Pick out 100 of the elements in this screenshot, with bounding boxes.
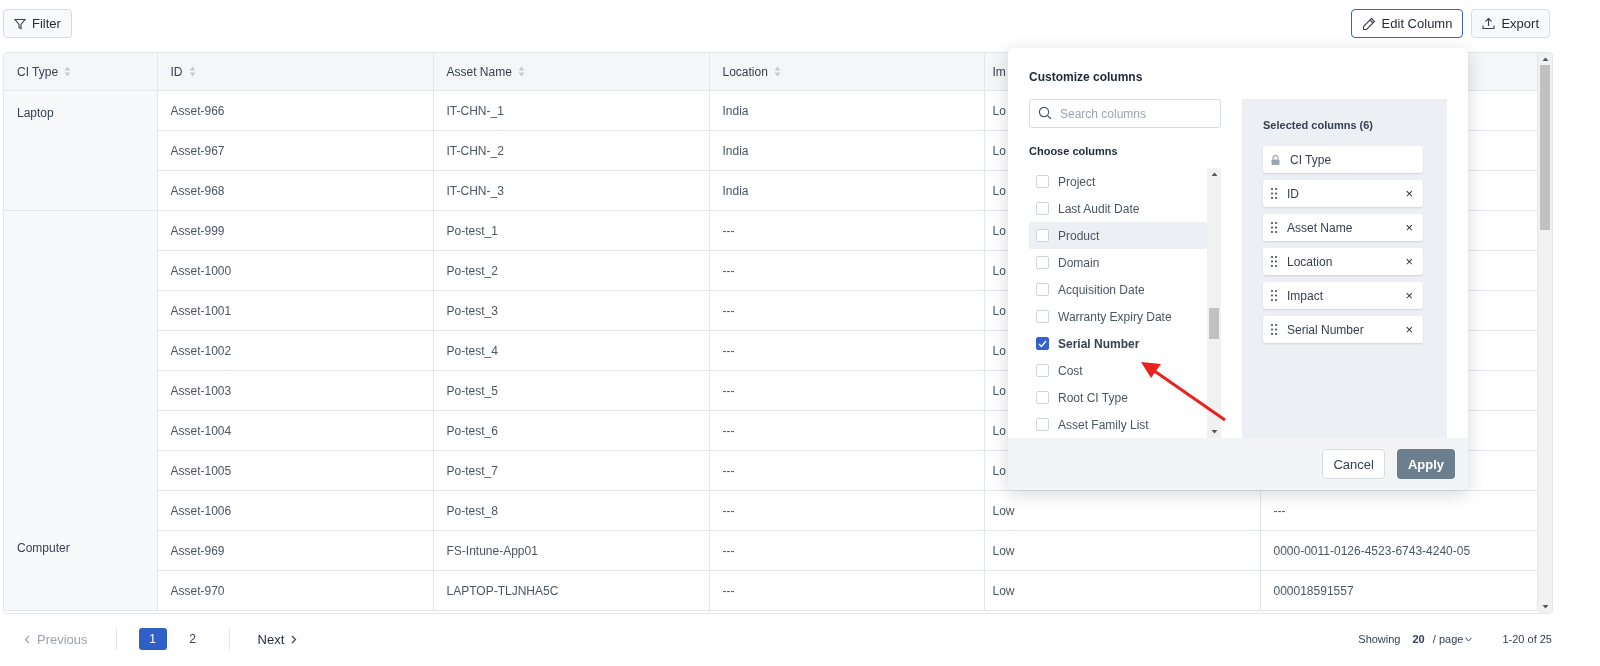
remove-button[interactable]: × — [1405, 254, 1413, 269]
remove-button[interactable]: × — [1405, 220, 1413, 235]
cancel-button[interactable]: Cancel — [1322, 449, 1385, 479]
section-label: Selected columns (6) — [1263, 118, 1375, 133]
search-icon — [1038, 106, 1052, 120]
scrollbar[interactable] — [1538, 53, 1552, 613]
caret-icon — [1465, 636, 1473, 642]
table-cell: Po-test_5 — [433, 370, 709, 411]
column-option[interactable]: Serial Number — [1029, 330, 1207, 357]
filter-button[interactable]: Filter — [3, 9, 72, 38]
selected-column-chip[interactable]: Impact × — [1263, 282, 1423, 309]
page-size-select[interactable]: 20 / page — [1406, 632, 1479, 646]
search-field[interactable]: Search columns — [1029, 99, 1221, 128]
upload-icon — [1482, 17, 1496, 30]
page-button[interactable]: 2 — [178, 628, 207, 650]
table-cell: Po-test_7 — [433, 450, 709, 491]
table-cell: Asset-1004 — [157, 410, 433, 451]
selected-column-chip[interactable]: Asset Name × — [1263, 214, 1423, 241]
edit-column-button[interactable]: Edit Column — [1350, 9, 1464, 38]
table-cell: Po-test_3 — [433, 290, 709, 331]
scroll-thumb[interactable] — [1540, 65, 1550, 230]
ci-type-cell: Laptop — [4, 90, 157, 211]
next-button[interactable]: Next — [251, 630, 304, 648]
table-cell: --- — [709, 290, 984, 331]
table-cell: Asset-970 — [157, 570, 433, 611]
drag-handle-icon[interactable] — [1271, 256, 1277, 267]
checkbox[interactable] — [1036, 337, 1049, 350]
column-option[interactable]: Product — [1029, 222, 1207, 249]
table-cell: India — [709, 130, 984, 171]
table-cell: --- — [709, 450, 984, 491]
selected-column-chip[interactable]: Serial Number × — [1263, 316, 1423, 343]
table-cell: --- — [709, 370, 984, 411]
export-button[interactable]: Export — [1471, 9, 1550, 38]
table-cell: Asset-1002 — [157, 330, 433, 371]
column-option[interactable]: Asset Family List — [1029, 411, 1207, 438]
table-cell: Asset-966 — [157, 90, 433, 131]
table-cell: --- — [709, 410, 984, 451]
remove-button[interactable]: × — [1405, 288, 1413, 303]
column-header[interactable]: Im — [992, 64, 1006, 79]
remove-button[interactable]: × — [1405, 322, 1413, 337]
column-option[interactable]: Warranty Expiry Date — [1029, 303, 1207, 330]
table-cell: India — [709, 90, 984, 131]
table-cell: Po-test_4 — [433, 330, 709, 371]
table-cell: India — [709, 170, 984, 211]
table-cell: FS-Intune-App01 — [433, 530, 709, 571]
table-cell: --- — [709, 490, 984, 531]
table-cell: 0000-0011-0126-4523-6743-4240-05 — [1260, 530, 1538, 571]
table-cell: Asset-999 — [157, 210, 433, 251]
drag-handle-icon[interactable] — [1271, 222, 1277, 233]
table-cell: Asset-1005 — [157, 450, 433, 491]
table-cell: --- — [709, 210, 984, 251]
column-header[interactable]: CI Type — [17, 64, 59, 79]
drag-handle-icon[interactable] — [1271, 188, 1277, 199]
table-cell: Asset-1003 — [157, 370, 433, 411]
table-cell: Asset-967 — [157, 130, 433, 171]
filter-icon — [14, 17, 26, 30]
drag-handle-icon[interactable] — [1271, 324, 1277, 335]
table-cell: IT-CHN-_2 — [433, 130, 709, 171]
column-option[interactable]: Root CI Type — [1029, 384, 1207, 411]
column-option[interactable]: Project — [1029, 168, 1207, 195]
table-cell: --- — [709, 250, 984, 291]
selected-column-chip[interactable]: Location × — [1263, 248, 1423, 275]
table-cell: 000018591557 — [1260, 570, 1538, 611]
column-option[interactable]: Domain — [1029, 249, 1207, 276]
scroll-thumb[interactable] — [1209, 308, 1219, 339]
table-cell: --- — [709, 530, 984, 571]
scrollbar[interactable] — [1207, 168, 1221, 438]
selected-column-chip[interactable]: CI Type — [1263, 146, 1423, 173]
page-button[interactable]: 1 — [138, 628, 167, 650]
showing-label: Showing — [1358, 633, 1401, 645]
remove-button[interactable]: × — [1405, 186, 1413, 201]
column-header[interactable]: ID — [170, 64, 183, 79]
page-range: 1-20 of 25 — [1502, 633, 1552, 645]
chevron-right-icon — [291, 634, 298, 644]
table-cell: Po-test_1 — [433, 210, 709, 251]
table-cell: IT-CHN-_1 — [433, 90, 709, 131]
table-cell: Asset-1000 — [157, 250, 433, 291]
sort-icon[interactable] — [188, 66, 196, 77]
table-cell: Po-test_2 — [433, 250, 709, 291]
apply-button[interactable]: Apply — [1396, 449, 1455, 479]
sort-icon[interactable] — [773, 66, 781, 77]
table-cell: Low — [984, 530, 1260, 571]
drag-handle-icon[interactable] — [1271, 290, 1277, 301]
table-cell: LAPTOP-TLJNHA5C — [433, 570, 709, 611]
section-label: Choose columns — [1029, 145, 1119, 159]
column-header[interactable]: Location — [722, 64, 768, 79]
table-cell: IT-CHN-_3 — [433, 170, 709, 211]
table-cell: Asset-1006 — [157, 490, 433, 531]
selected-column-chip[interactable]: ID × — [1263, 180, 1423, 207]
panel-title: Customize columns — [1029, 70, 1144, 86]
sort-icon[interactable] — [517, 66, 525, 77]
table-cell: --- — [709, 570, 984, 611]
table-cell: Asset-968 — [157, 170, 433, 211]
column-header[interactable]: Asset Name — [446, 64, 512, 79]
sort-icon[interactable] — [64, 66, 72, 77]
table-cell: Po-test_8 — [433, 490, 709, 531]
table-cell: Po-test_6 — [433, 410, 709, 451]
lock-icon — [1271, 154, 1280, 165]
table-cell: Low — [984, 570, 1260, 611]
table-cell: Asset-969 — [157, 530, 433, 571]
